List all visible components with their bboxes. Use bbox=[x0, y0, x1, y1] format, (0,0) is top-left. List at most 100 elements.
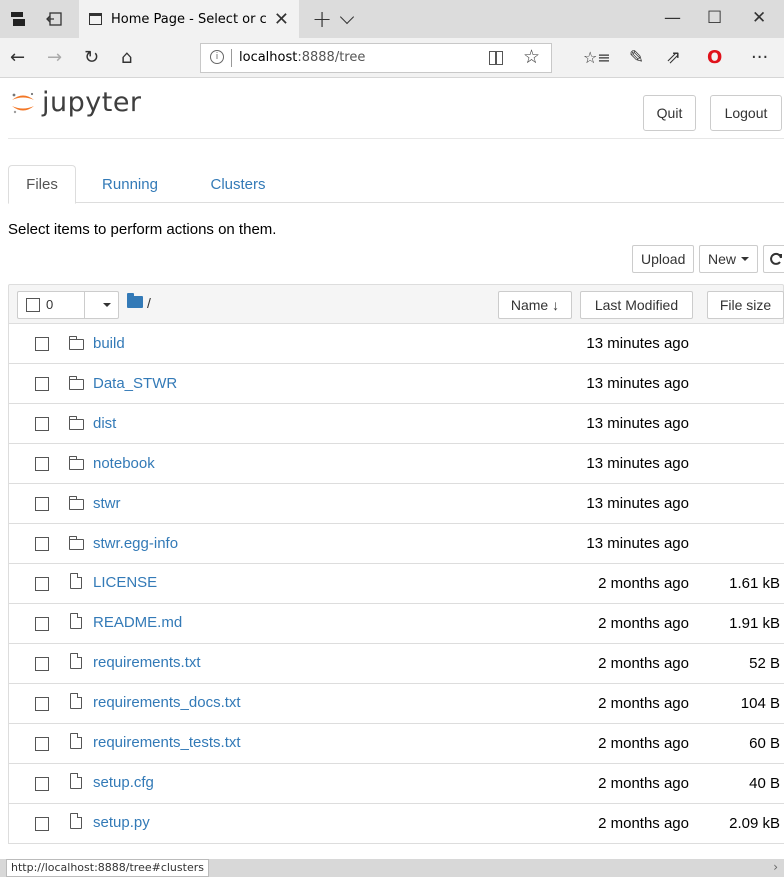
file-name-link[interactable]: Data_STWR bbox=[93, 375, 177, 392]
home-icon[interactable]: ⌂ bbox=[121, 47, 132, 69]
new-tab-button[interactable]: + bbox=[312, 5, 332, 33]
file-icon bbox=[70, 773, 82, 789]
file-icon bbox=[70, 573, 82, 589]
row-checkbox[interactable] bbox=[35, 417, 49, 431]
forward-icon[interactable]: → bbox=[47, 47, 62, 69]
select-all-group[interactable]: 0 bbox=[17, 291, 119, 319]
tab-files[interactable]: Files bbox=[8, 165, 76, 204]
logout-button[interactable]: Logout bbox=[710, 95, 782, 131]
file-row[interactable]: Data_STWR 13 minutes ago bbox=[8, 364, 784, 404]
last-modified: 13 minutes ago bbox=[586, 535, 689, 552]
upload-button[interactable]: Upload bbox=[632, 245, 695, 273]
file-row[interactable]: requirements_tests.txt 2 months ago 60 B bbox=[8, 724, 784, 764]
last-modified: 13 minutes ago bbox=[586, 415, 689, 432]
file-name-link[interactable]: setup.py bbox=[93, 814, 150, 831]
refresh-button[interactable] bbox=[763, 245, 784, 273]
back-icon[interactable]: ← bbox=[10, 47, 25, 69]
file-name-link[interactable]: notebook bbox=[93, 455, 155, 472]
file-row[interactable]: stwr.egg-info 13 minutes ago bbox=[8, 524, 784, 564]
last-modified: 13 minutes ago bbox=[586, 455, 689, 472]
reading-view-icon[interactable] bbox=[489, 51, 503, 65]
breadcrumb[interactable]: / bbox=[147, 295, 151, 311]
file-name-link[interactable]: stwr bbox=[93, 495, 121, 512]
file-row[interactable]: setup.py 2 months ago 2.09 kB bbox=[8, 804, 784, 844]
row-checkbox[interactable] bbox=[35, 457, 49, 471]
file-icon bbox=[70, 653, 82, 669]
row-checkbox[interactable] bbox=[35, 337, 49, 351]
minimize-button[interactable]: — bbox=[664, 8, 681, 28]
file-name-link[interactable]: setup.cfg bbox=[93, 774, 154, 791]
file-name-link[interactable]: build bbox=[93, 335, 125, 352]
row-checkbox[interactable] bbox=[35, 777, 49, 791]
row-checkbox[interactable] bbox=[35, 377, 49, 391]
file-row[interactable]: README.md 2 months ago 1.91 kB bbox=[8, 604, 784, 644]
share-icon[interactable]: ⇗ bbox=[666, 47, 681, 69]
info-icon[interactable]: i bbox=[210, 50, 224, 64]
tab-preview-chevron-icon[interactable] bbox=[339, 9, 355, 25]
new-button[interactable]: New bbox=[699, 245, 759, 273]
file-row[interactable]: LICENSE 2 months ago 1.61 kB bbox=[8, 564, 784, 604]
file-name-link[interactable]: dist bbox=[93, 415, 116, 432]
row-checkbox[interactable] bbox=[35, 497, 49, 511]
file-row[interactable]: build 13 minutes ago bbox=[8, 324, 784, 364]
pen-icon[interactable]: ✎ bbox=[629, 47, 644, 69]
favorite-star-icon[interactable]: ☆ bbox=[523, 46, 540, 68]
sort-last-modified-button[interactable]: Last Modified bbox=[580, 291, 693, 319]
caret-down-icon bbox=[741, 257, 750, 261]
row-checkbox[interactable] bbox=[35, 537, 49, 551]
quit-button[interactable]: Quit bbox=[643, 95, 696, 131]
file-size: 40 B bbox=[749, 775, 780, 792]
refresh-icon[interactable]: ↻ bbox=[84, 47, 99, 69]
last-modified: 2 months ago bbox=[598, 775, 689, 792]
last-modified: 2 months ago bbox=[598, 575, 689, 592]
file-size: 1.91 kB bbox=[729, 615, 780, 632]
opera-icon[interactable]: O bbox=[707, 47, 722, 69]
set-aside-tabs-icon[interactable] bbox=[44, 9, 64, 29]
row-checkbox[interactable] bbox=[35, 577, 49, 591]
file-row[interactable]: notebook 13 minutes ago bbox=[8, 444, 784, 484]
browser-tab[interactable]: Home Page - Select or c ✕ bbox=[79, 0, 299, 38]
file-name-link[interactable]: README.md bbox=[93, 614, 182, 631]
folder-icon[interactable] bbox=[127, 293, 143, 308]
sort-file-size-button[interactable]: File size bbox=[707, 291, 784, 319]
tab-clusters[interactable]: Clusters bbox=[194, 165, 282, 203]
select-all-checkbox[interactable] bbox=[26, 298, 40, 312]
jupyter-logo[interactable]: jupyter bbox=[10, 87, 142, 118]
file-name-link[interactable]: requirements_tests.txt bbox=[93, 734, 241, 751]
maximize-button[interactable]: ☐ bbox=[707, 8, 722, 28]
close-window-button[interactable]: ✕ bbox=[752, 8, 766, 28]
select-dropdown-icon[interactable] bbox=[103, 303, 111, 307]
file-size: 2.09 kB bbox=[729, 815, 780, 832]
status-bar: http://localhost:8888/tree#clusters › bbox=[0, 859, 784, 877]
file-icon bbox=[70, 813, 82, 829]
row-checkbox[interactable] bbox=[35, 817, 49, 831]
file-name-link[interactable]: requirements.txt bbox=[93, 654, 201, 671]
browser-title-bar: Home Page - Select or c ✕ + — ☐ ✕ bbox=[0, 0, 784, 38]
row-checkbox[interactable] bbox=[35, 617, 49, 631]
url-text[interactable]: localhost:8888/tree bbox=[239, 50, 365, 65]
tab-actions-icon[interactable] bbox=[8, 9, 28, 29]
sort-name-button[interactable]: Name ↓ bbox=[498, 291, 572, 319]
tab-running[interactable]: Running bbox=[82, 165, 178, 203]
address-bar[interactable]: i localhost:8888/tree ☆ bbox=[200, 43, 552, 73]
row-checkbox[interactable] bbox=[35, 737, 49, 751]
last-modified: 2 months ago bbox=[598, 655, 689, 672]
file-row[interactable]: requirements.txt 2 months ago 52 B bbox=[8, 644, 784, 684]
file-name-link[interactable]: LICENSE bbox=[93, 574, 157, 591]
tab-close-icon[interactable]: ✕ bbox=[274, 9, 289, 30]
folder-icon bbox=[68, 416, 84, 430]
file-row[interactable]: requirements_docs.txt 2 months ago 104 B bbox=[8, 684, 784, 724]
file-row[interactable]: setup.cfg 2 months ago 40 B bbox=[8, 764, 784, 804]
scroll-right-icon[interactable]: › bbox=[773, 860, 778, 874]
folder-icon bbox=[68, 496, 84, 510]
favorites-hub-icon[interactable]: ☆≡ bbox=[583, 47, 611, 69]
more-icon[interactable]: ··· bbox=[751, 47, 768, 69]
file-name-link[interactable]: stwr.egg-info bbox=[93, 535, 178, 552]
file-row[interactable]: stwr 13 minutes ago bbox=[8, 484, 784, 524]
row-checkbox[interactable] bbox=[35, 697, 49, 711]
file-row[interactable]: dist 13 minutes ago bbox=[8, 404, 784, 444]
row-checkbox[interactable] bbox=[35, 657, 49, 671]
last-modified: 13 minutes ago bbox=[586, 375, 689, 392]
file-icon bbox=[70, 733, 82, 749]
file-name-link[interactable]: requirements_docs.txt bbox=[93, 694, 241, 711]
